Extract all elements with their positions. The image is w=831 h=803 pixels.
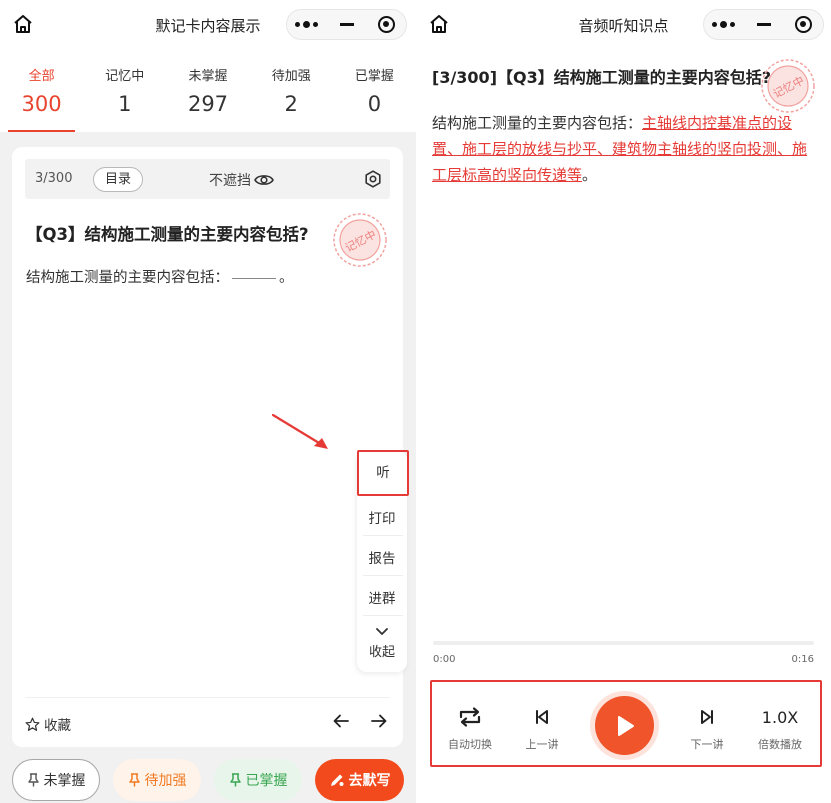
play-icon [617,715,634,736]
divider [363,575,403,576]
minimize-icon[interactable] [327,9,367,40]
tab-count: 300 [21,92,62,116]
toc-button[interactable]: 目录 [93,167,144,192]
right-panel: 音频听知识点 [3/300]【Q3】结构施工测量的主要内容包括? 记忆中 结构施… [416,0,831,803]
report-button[interactable]: 报告 [363,547,401,567]
answer-blank [232,278,276,279]
next-label: 下一讲 [690,738,724,751]
arrow-right-icon[interactable] [370,712,388,730]
question-text: 结构施工测量的主要内容包括： [26,270,229,286]
question-title: 【Q3】结构施工测量的主要内容包括? [26,225,309,244]
pin-icon [128,773,140,787]
play-button[interactable] [595,696,654,755]
answer-prefix: 结构施工测量的主要内容包括： [432,114,643,132]
mini-program-capsule [703,9,824,40]
next-button[interactable]: 下一讲 [672,682,742,752]
to-strengthen-label: 待加强 [144,773,187,789]
skip-next-icon [701,710,713,724]
question-title: [3/300]【Q3】结构施工测量的主要内容包括? [432,68,772,87]
cover-label: 不遮挡 [209,173,251,189]
right-nav-bar: 音频听知识点 [416,0,831,48]
left-panel: 默记卡内容展示 全部 300 记忆中 1 未掌握 297 待加强 2 已掌握 0 [0,0,416,803]
tab-label: 记忆中 [105,69,145,84]
player-controls: 自动切换 上一讲 下一讲 1.0X 倍数播放 [430,680,822,767]
more-icon[interactable] [287,9,327,40]
duration: 0:16 [791,654,814,665]
listen-button[interactable]: 听 [357,450,409,496]
tab-label: 待加强 [271,69,311,84]
chevron-down-icon [376,628,388,635]
auto-switch-label: 自动切换 [448,738,492,751]
go-recite-label: 去默写 [348,773,391,789]
mastered-button[interactable]: 已掌握 [214,759,302,801]
tab-label: 全部 [28,69,55,84]
favorite-button[interactable]: 收藏 [25,714,71,734]
card-position: 3/300 [35,171,73,186]
tab-mastered[interactable]: 已掌握 0 [333,48,416,132]
tab-label: 未掌握 [188,69,228,84]
auto-switch-button[interactable]: 自动切换 [435,682,505,752]
playback-rate-label: 倍数播放 [758,738,802,751]
tab-count: 0 [367,92,382,116]
playback-rate: 1.0X [761,707,799,727]
mastered-label: 已掌握 [245,773,288,789]
eye-icon [254,175,274,185]
settings-icon[interactable] [364,170,382,188]
arrow-left-icon[interactable] [332,712,350,730]
record-icon[interactable] [783,9,823,40]
memorizing-stamp: 记忆中 [333,213,387,267]
join-group-button[interactable]: 进群 [363,587,401,607]
tab-all[interactable]: 全部 300 [0,48,83,132]
tab-count: 2 [284,92,298,116]
annotation-arrow [271,413,328,449]
fold-label: 收起 [368,645,395,660]
left-nav-bar: 默记卡内容展示 [0,0,416,48]
favorite-label: 收藏 [44,718,71,734]
unmastered-button[interactable]: 未掌握 [12,759,100,801]
current-time: 0:00 [433,654,456,665]
divider [363,535,403,536]
divider [363,615,403,616]
flash-card: 3/300 目录 不遮挡 【Q3】结构施工测量的主要内容包括? 记忆中 结构施工… [12,147,403,747]
repeat-icon [459,707,481,727]
card-footer: 收藏 [25,697,390,747]
skip-prev-icon [536,710,548,724]
tab-unmastered[interactable]: 未掌握 297 [166,48,249,132]
status-tabs: 全部 300 记忆中 1 未掌握 297 待加强 2 已掌握 0 [0,48,416,132]
tab-count: 1 [118,92,132,116]
audio-progress-bar[interactable] [433,641,814,645]
to-strengthen-button[interactable]: 待加强 [113,759,201,801]
card-toolbar: 3/300 目录 不遮挡 [25,159,390,199]
prev-button[interactable]: 上一讲 [507,682,577,752]
cover-toggle[interactable]: 不遮挡 [209,170,274,190]
minimize-icon[interactable] [744,9,784,40]
go-recite-button[interactable]: 去默写 [315,759,404,801]
unmastered-label: 未掌握 [43,773,86,789]
tab-count: 297 [187,92,229,116]
question-body: 结构施工测量的主要内容包括： 。 [26,266,294,287]
more-icon[interactable] [704,9,744,40]
answer-text: 结构施工测量的主要内容包括：主轴线内控基准点的设置、施工层的放线与抄平、建筑物主… [432,110,817,188]
answer-suffix: 。 [582,166,598,184]
pen-icon [330,774,343,786]
memorizing-stamp: 记忆中 [761,59,815,113]
record-icon[interactable] [366,9,406,40]
question-end: 。 [279,270,294,286]
bottom-actions: 未掌握 待加强 已掌握 去默写 [0,756,416,803]
pin-icon [27,773,39,787]
mini-program-capsule [286,9,407,40]
tab-label: 已掌握 [354,69,394,84]
prev-label: 上一讲 [525,738,559,751]
card-navigation [332,712,388,730]
side-menu: 听 打印 报告 进群 收起 [357,450,409,672]
playback-rate-button[interactable]: 1.0X 倍数播放 [745,682,815,752]
tab-to-strengthen[interactable]: 待加强 2 [250,48,333,132]
tab-memorizing[interactable]: 记忆中 1 [83,48,166,132]
pin-icon [229,773,241,787]
print-button[interactable]: 打印 [363,507,401,527]
star-icon [25,717,40,731]
fold-button[interactable]: 收起 [357,626,407,660]
